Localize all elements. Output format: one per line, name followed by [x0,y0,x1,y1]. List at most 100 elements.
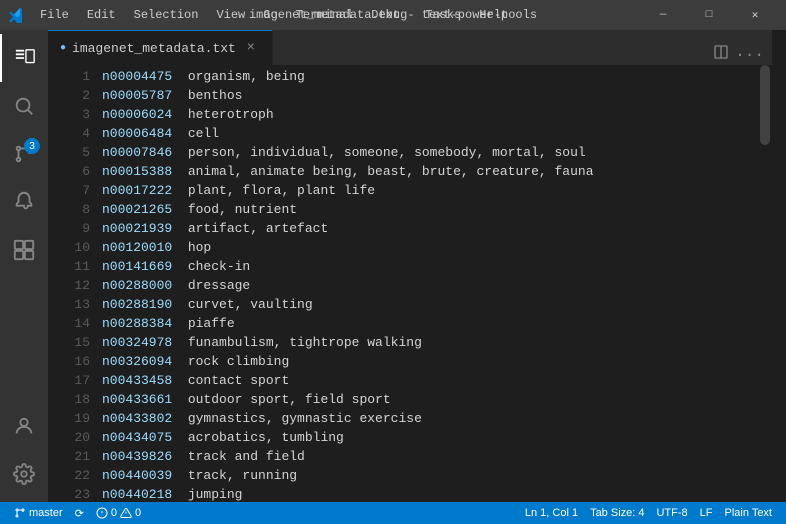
editor-area: ● imagenet_metadata.txt × ··· 1234567891… [48,30,772,502]
line-number: 22 [48,466,90,485]
status-right: Ln 1, Col 1 Tab Size: 4 UTF-8 LF Plain T… [519,502,778,524]
code-line: n00288384 piaffe [102,314,758,333]
line-number: 12 [48,276,90,295]
status-branch[interactable]: master [8,502,69,524]
code-line: n00017222 plant, flora, plant life [102,181,758,200]
editor-content[interactable]: 123456789101112131415161718192021222324 … [48,65,772,502]
source-control-badge: 3 [24,138,40,154]
line-number: 15 [48,333,90,352]
line-numbers: 123456789101112131415161718192021222324 [48,65,98,502]
status-errors[interactable]: 0 0 [90,502,147,524]
code-line: n00434075 acrobatics, tumbling [102,428,758,447]
warning-icon [120,507,132,519]
warning-count: 0 [135,507,141,519]
tab-bar-actions: ··· [705,44,772,65]
line-number: 16 [48,352,90,371]
status-sync[interactable]: ⟳ [69,502,90,524]
line-number: 7 [48,181,90,200]
status-bar: master ⟳ 0 0 Ln 1, Col 1 Tab Size: 4 UTF… [0,502,786,524]
title-bar-title: imagenet_metadata.txt - text-power-tools [249,8,537,22]
code-line: n00433802 gymnastics, gymnastic exercise [102,409,758,428]
line-number: 6 [48,162,90,181]
code-area[interactable]: n00004475 organism, beingn00005787 benth… [98,65,758,502]
line-number: 14 [48,314,90,333]
activity-search[interactable] [0,82,48,130]
code-line: n00007846 person, individual, someone, s… [102,143,758,162]
activity-extensions[interactable] [0,226,48,274]
line-number: 3 [48,105,90,124]
activity-source-control[interactable]: 3 [0,130,48,178]
code-line: n00433458 contact sport [102,371,758,390]
code-line: n00141669 check-in [102,257,758,276]
close-button[interactable]: ✕ [732,0,778,30]
menu-file[interactable]: File [32,6,77,24]
activity-explorer[interactable] [0,34,48,82]
status-tab-size[interactable]: Tab Size: 4 [584,502,650,524]
main-layout: 3 ● imagenet_metadata.txt × [0,30,786,502]
branch-icon [14,507,26,519]
encoding-text: UTF-8 [656,507,687,519]
line-number: 17 [48,371,90,390]
language-text: Plain Text [725,507,773,519]
active-tab[interactable]: ● imagenet_metadata.txt × [48,30,273,65]
branch-name: master [29,507,63,519]
menu-selection[interactable]: Selection [126,6,207,24]
menu-edit[interactable]: Edit [79,6,124,24]
title-bar: File Edit Selection View Go Terminal Deb… [0,0,786,30]
code-line: n00288000 dressage [102,276,758,295]
line-number: 2 [48,86,90,105]
activity-account[interactable] [0,402,48,450]
line-number: 5 [48,143,90,162]
line-number: 4 [48,124,90,143]
menu-view[interactable]: View [208,6,253,24]
line-number: 10 [48,238,90,257]
line-number: 20 [48,428,90,447]
line-number: 8 [48,200,90,219]
line-number: 19 [48,409,90,428]
code-line: n00439826 track and field [102,447,758,466]
split-editor-icon[interactable] [713,44,729,65]
code-line: n00004475 organism, being [102,67,758,86]
code-line: n00005787 benthos [102,86,758,105]
line-number: 9 [48,219,90,238]
status-position[interactable]: Ln 1, Col 1 [519,502,584,524]
sync-icon: ⟳ [75,507,84,520]
more-actions-icon[interactable]: ··· [735,46,764,64]
code-line: n00326094 rock climbing [102,352,758,371]
line-number: 18 [48,390,90,409]
error-icon [96,507,108,519]
code-line: n00006024 heterotroph [102,105,758,124]
tab-file-icon: ● [60,43,66,54]
line-number: 1 [48,67,90,86]
scrollbar-thumb[interactable] [760,65,770,145]
tab-bar: ● imagenet_metadata.txt × ··· [48,30,772,65]
code-line: n00021939 artifact, artefact [102,219,758,238]
code-line: n00021265 food, nutrient [102,200,758,219]
line-ending-text: LF [700,507,713,519]
position-text: Ln 1, Col 1 [525,507,578,519]
activity-bar-bottom [0,402,48,502]
vscode-icon [8,7,24,23]
status-encoding[interactable]: UTF-8 [650,502,693,524]
status-language[interactable]: Plain Text [719,502,779,524]
line-number: 23 [48,485,90,502]
code-line: n00433661 outdoor sport, field sport [102,390,758,409]
maximize-button[interactable]: □ [686,0,732,30]
line-number: 13 [48,295,90,314]
code-line: n00440218 jumping [102,485,758,502]
minimap-panel [772,30,786,502]
tab-close-button[interactable]: × [242,39,260,57]
line-number: 21 [48,447,90,466]
activity-settings[interactable] [0,450,48,498]
status-line-ending[interactable]: LF [694,502,719,524]
tab-filename: imagenet_metadata.txt [72,41,236,56]
code-line: n00440039 track, running [102,466,758,485]
code-line: n00288190 curvet, vaulting [102,295,758,314]
scrollbar[interactable] [758,65,772,502]
line-number: 11 [48,257,90,276]
activity-debug[interactable] [0,178,48,226]
minimize-button[interactable]: — [640,0,686,30]
code-line: n00324978 funambulism, tightrope walking [102,333,758,352]
activity-bar: 3 [0,30,48,502]
error-count: 0 [111,507,117,519]
